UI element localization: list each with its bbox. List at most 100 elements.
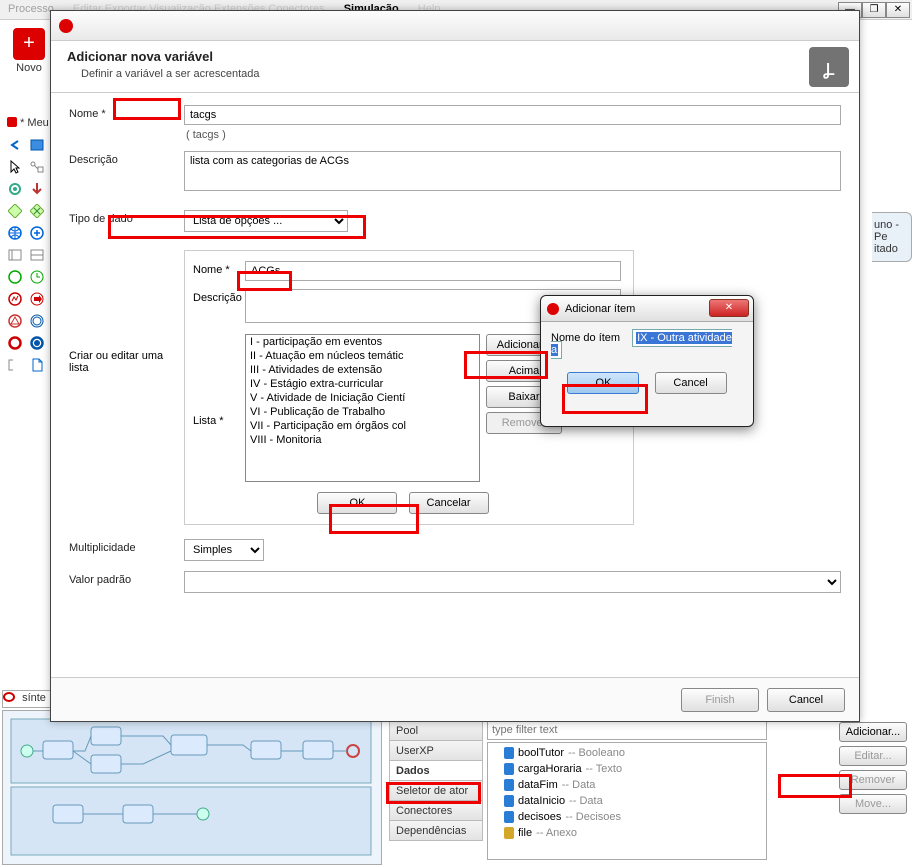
list-item[interactable]: V - Atividade de Iniciação Cientí <box>246 391 479 405</box>
app-icon <box>59 19 73 33</box>
overview-minimap[interactable] <box>2 710 382 865</box>
end-event-icon[interactable] <box>5 334 25 352</box>
link-event-icon[interactable] <box>27 290 47 308</box>
list-ok-button[interactable]: OK <box>317 492 397 514</box>
filter-input[interactable] <box>487 720 767 740</box>
list-item[interactable]: IV - Estágio extra-curricular <box>246 377 479 391</box>
pool-icon[interactable] <box>5 246 25 264</box>
data-icon <box>504 827 514 839</box>
popup-ok-button[interactable]: OK <box>567 372 639 394</box>
start-event-icon[interactable] <box>5 268 25 286</box>
dialog-subtitle: Definir a variável a ser acrescentada <box>67 68 843 80</box>
popup-app-icon <box>547 303 559 315</box>
data-icon <box>504 763 514 775</box>
item-name-label: Nome do ítem <box>551 332 629 344</box>
tab-userxp[interactable]: UserXP <box>389 740 483 761</box>
gateway-icon[interactable] <box>5 202 25 220</box>
tab-dependencias[interactable]: Dependências <box>389 820 483 841</box>
tree-item[interactable]: file -- Anexo <box>490 825 764 841</box>
meu-label: * Meu <box>20 117 49 129</box>
tipo-label: Tipo de dado <box>69 210 184 225</box>
nome-label: Nome * <box>69 105 184 120</box>
descricao-label: Descrição <box>69 151 184 166</box>
popup-close-button[interactable]: ✕ <box>709 299 749 317</box>
signal-event-icon[interactable] <box>5 312 25 330</box>
properties-panel: Pool UserXP Dados Seletor de ator Conect… <box>389 720 909 867</box>
nome-paren: ( tacgs ) <box>184 129 841 141</box>
nome-input[interactable] <box>184 105 841 125</box>
data-icon <box>504 747 514 759</box>
valor-label: Valor padrão <box>69 571 184 586</box>
cursor-icon[interactable] <box>5 158 25 176</box>
list-item[interactable]: VII - Participação em órgãos col <box>246 419 479 433</box>
novo-button[interactable]: + Novo <box>8 28 50 84</box>
var-edit-button[interactable]: Editar... <box>839 746 907 766</box>
dialog-titlebar[interactable] <box>51 11 859 41</box>
list-desc-label: Descrição <box>185 289 245 304</box>
magnifier-icon <box>3 692 15 702</box>
arrow-back-icon[interactable] <box>5 136 25 154</box>
var-add-button[interactable]: Adicionar... <box>839 722 907 742</box>
finish-button[interactable]: Finish <box>681 688 759 712</box>
descricao-input[interactable]: lista com as categorias de ACGs <box>184 151 841 191</box>
popup-cancel-button[interactable]: Cancel <box>655 372 727 394</box>
tree-item[interactable]: boolTutor -- Booleano <box>490 745 764 761</box>
cancel-button[interactable]: Cancel <box>767 688 845 712</box>
gateway-x-icon[interactable] <box>27 202 47 220</box>
terminate-event-icon[interactable] <box>27 334 47 352</box>
tab-conectores[interactable]: Conectores <box>389 800 483 821</box>
list-nome-label: Nome * <box>185 261 245 276</box>
var-move-button[interactable]: Move... <box>839 794 907 814</box>
popup-titlebar[interactable]: Adicionar ítem ✕ <box>541 296 753 322</box>
var-remove-button[interactable]: Remover <box>839 770 907 790</box>
lane-icon[interactable] <box>27 246 47 264</box>
list-nome-input[interactable] <box>245 261 621 281</box>
tab-seletor[interactable]: Seletor de ator <box>389 780 483 801</box>
valor-select[interactable] <box>184 571 841 593</box>
dialog-footer: Finish Cancel <box>51 677 859 721</box>
tab-dados[interactable]: Dados <box>389 760 483 781</box>
dialog-header: Adicionar nova variável Definir a variáv… <box>51 41 859 93</box>
tab-pool[interactable]: Pool <box>389 720 483 741</box>
down-arrow-icon[interactable] <box>27 180 47 198</box>
gear-icon[interactable] <box>5 180 25 198</box>
tipo-select[interactable]: Lista de opções ... <box>184 210 348 232</box>
list-item[interactable]: III - Atividades de extensão <box>246 363 479 377</box>
tree-item[interactable]: dataFim -- Data <box>490 777 764 793</box>
options-listbox[interactable]: I - participação em eventosII - Atuação … <box>245 334 480 482</box>
add-item-popup: Adicionar ítem ✕ Nome do ítem IX - Outra… <box>540 295 754 427</box>
blue-box-icon[interactable] <box>27 136 47 154</box>
process-icon <box>7 117 17 127</box>
list-item[interactable]: VIII - Monitoria <box>246 433 479 447</box>
mult-select[interactable]: Simples <box>184 539 264 561</box>
meu-processo-tab[interactable]: * Meu <box>7 116 49 129</box>
list-item[interactable]: II - Atuação em núcleos temátic <box>246 349 479 363</box>
tree-item[interactable]: decisoes -- Decisoes <box>490 809 764 825</box>
text-annotation-icon[interactable] <box>5 356 25 374</box>
list-cancel-button[interactable]: Cancelar <box>409 492 489 514</box>
timer-event-icon[interactable] <box>27 268 47 286</box>
tree-item[interactable]: cargaHoraria -- Texto <box>490 761 764 777</box>
properties-tabs: Pool UserXP Dados Seletor de ator Conect… <box>389 720 483 840</box>
close-button[interactable]: ✕ <box>886 2 910 18</box>
right-node-snippet: uno - Pe itado <box>872 212 912 272</box>
globe-icon[interactable] <box>5 224 25 242</box>
sintese-label: sínte <box>18 690 50 706</box>
list-item[interactable]: VI - Publicação de Trabalho <box>246 405 479 419</box>
flow-icon[interactable] <box>27 158 47 176</box>
data-object-icon[interactable] <box>27 356 47 374</box>
list-item[interactable]: I - participação em eventos <box>246 335 479 349</box>
dialog-title: Adicionar nova variável <box>67 49 843 64</box>
lista-label: Lista * <box>193 415 245 427</box>
header-logo-icon: ⳗ <box>809 47 849 87</box>
data-icon <box>504 779 514 791</box>
tree-item[interactable]: dataInicio -- Data <box>490 793 764 809</box>
plus-icon: + <box>13 28 45 60</box>
intermediate-event-icon[interactable] <box>27 312 47 330</box>
data-icon <box>504 811 514 823</box>
variables-tree[interactable]: boolTutor -- BooleanocargaHoraria -- Tex… <box>487 742 767 860</box>
maximize-button[interactable]: ❐ <box>862 2 886 18</box>
error-event-icon[interactable] <box>5 290 25 308</box>
variable-buttons: Adicionar... Editar... Remover Move... <box>839 722 907 814</box>
globe-plus-icon[interactable] <box>27 224 47 242</box>
